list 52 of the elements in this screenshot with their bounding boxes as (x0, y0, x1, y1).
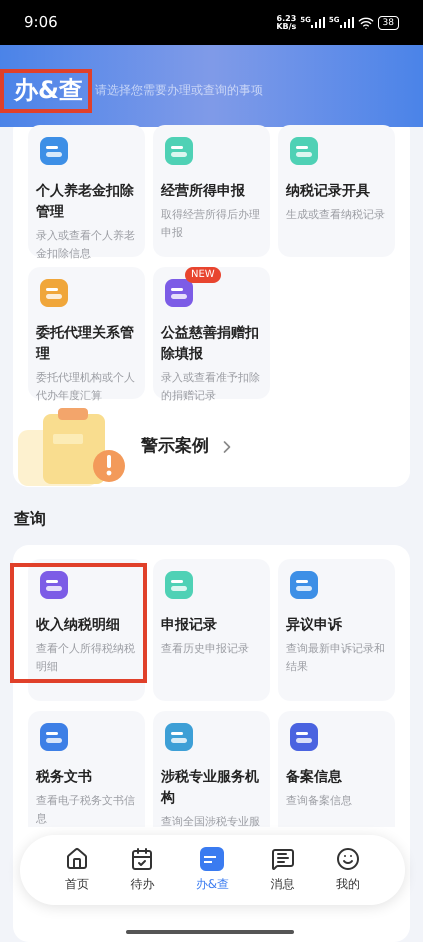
service-card[interactable]: 涉税专业服务机构 查询全国涉税专业服 (153, 711, 270, 827)
wifi-icon (358, 14, 374, 30)
page-title: 办&查 (14, 75, 83, 106)
card-title: 公益慈善捐赠扣除填报 (161, 324, 260, 364)
card-description: 生成或查看纳税记录 (286, 207, 386, 223)
card-description: 取得经营所得后办理申报 (161, 207, 261, 241)
card-title: 税务文书 (36, 768, 93, 787)
network-speed-unit: KB/s (276, 22, 296, 30)
service-card[interactable]: 经营所得申报 取得经营所得后办理申报 (153, 125, 270, 257)
service-card[interactable]: 个人养老金扣除管理 录入或查看个人养老金扣除信息 (28, 125, 145, 257)
service-card[interactable]: 申报记录 查看历史申报记录 (153, 559, 270, 701)
edit-list-icon (200, 847, 224, 871)
message-icon (270, 847, 295, 871)
card-title: 收入纳税明细 (36, 616, 121, 635)
nav-tab[interactable]: 办&查 (196, 847, 230, 893)
new-badge: NEW (185, 267, 221, 283)
service-card[interactable]: 备案信息 查询备案信息 (278, 711, 395, 827)
nav-tab[interactable]: 首页 (64, 847, 89, 893)
card-title: 涉税专业服务机构 (161, 768, 260, 808)
status-time: 9:06 (24, 12, 58, 34)
signal-icon (310, 17, 325, 28)
service-card[interactable]: 委托代理关系管理 委托代理机构或个人代办年度汇算 (28, 267, 145, 399)
calendar-check-icon (130, 847, 154, 871)
service-card[interactable]: 税务文书 查看电子税务文书信息 (28, 711, 145, 827)
page-subtitle: 请选择您需要办理或查询的事项 (94, 82, 263, 99)
service-card[interactable]: 异议申诉 查询最新申诉记录和结果 (278, 559, 395, 701)
card-description: 查看电子税务文书信息 (36, 793, 136, 827)
card-title: 申报记录 (161, 616, 218, 635)
card-description: 查询备案信息 (286, 793, 353, 809)
home-icon (64, 847, 89, 871)
warning-cases-label: 警示案例 (141, 435, 209, 458)
nav-tab[interactable]: 待办 (130, 847, 154, 893)
smile-icon (336, 847, 360, 871)
service-card[interactable]: 纳税记录开具 生成或查看纳税记录 (278, 125, 395, 257)
service-card[interactable]: NEW 公益慈善捐赠扣除填报 录入或查看准予扣除的捐赠记录 (153, 267, 270, 399)
card-description: 查看个人所得税纳税明细 (36, 641, 136, 675)
network-speed: 6.23 (276, 14, 296, 22)
service-card[interactable]: 收入纳税明细 查看个人所得税纳税明细 (28, 559, 145, 701)
nav-tab[interactable]: 我的 (336, 847, 360, 893)
nav-tab[interactable]: 消息 (270, 847, 295, 893)
section-title: 查询 (12, 508, 47, 530)
card-description: 查看历史申报记录 (161, 641, 250, 657)
signal-icon (340, 17, 354, 28)
card-title: 委托代理关系管理 (36, 324, 135, 364)
card-title: 个人养老金扣除管理 (36, 182, 135, 222)
card-description: 查询最新申诉记录和结果 (286, 641, 386, 675)
card-description: 查询全国涉税专业服 (161, 814, 261, 830)
card-title: 异议申诉 (286, 616, 343, 635)
card-title: 纳税记录开具 (286, 182, 371, 201)
card-title: 经营所得申报 (161, 182, 246, 201)
battery-indicator: 38 (378, 16, 399, 30)
card-title: 备案信息 (286, 768, 343, 787)
